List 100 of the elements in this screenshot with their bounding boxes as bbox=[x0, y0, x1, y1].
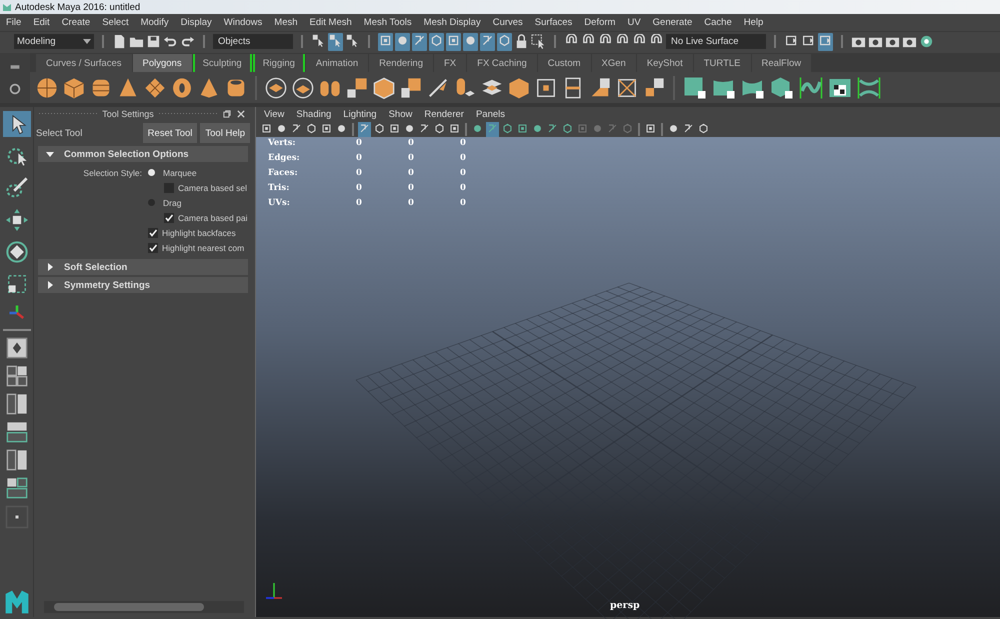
menu-item[interactable]: Renderer bbox=[418, 109, 470, 120]
panel-button[interactable]: Tool Help bbox=[200, 123, 250, 143]
menu-item[interactable]: Help bbox=[738, 17, 770, 28]
save-icon[interactable] bbox=[146, 34, 161, 49]
single-pane-layout-icon[interactable] bbox=[6, 337, 28, 359]
square-patch-icon[interactable] bbox=[683, 76, 707, 100]
torus-icon[interactable] bbox=[171, 76, 193, 98]
menu-item[interactable]: Display bbox=[174, 17, 218, 28]
snap-button[interactable] bbox=[395, 32, 410, 50]
wire-cube-icon[interactable] bbox=[373, 76, 395, 98]
menu-item[interactable]: UV bbox=[621, 17, 647, 28]
shelf-tab[interactable]: TURTLE bbox=[694, 54, 751, 72]
menu-item[interactable]: Show bbox=[382, 109, 418, 120]
section-header[interactable]: Soft Selection bbox=[38, 259, 248, 275]
menu-item[interactable]: Mesh Display bbox=[418, 17, 487, 28]
menu-item[interactable]: File bbox=[0, 17, 28, 28]
menu-item[interactable]: Select bbox=[96, 17, 135, 28]
new-file-icon[interactable] bbox=[112, 34, 127, 49]
menu-item[interactable]: Edit Mesh bbox=[304, 17, 358, 28]
close-icon[interactable] bbox=[236, 109, 246, 119]
render-setup-icon[interactable] bbox=[919, 34, 934, 49]
shelf-tab[interactable]: Rendering bbox=[369, 54, 433, 72]
panel-button[interactable]: Reset Tool bbox=[142, 123, 198, 143]
shelf-tab[interactable]: Rigging bbox=[252, 54, 305, 72]
menu-item[interactable]: Cache bbox=[698, 17, 738, 28]
shelf-tab[interactable]: Polygons bbox=[132, 54, 192, 72]
snap-button[interactable] bbox=[497, 32, 512, 50]
poke-face-icon[interactable] bbox=[616, 76, 638, 98]
snap-button[interactable] bbox=[446, 32, 461, 50]
knife-line-icon[interactable] bbox=[427, 76, 449, 98]
graph-layout-icon[interactable] bbox=[6, 421, 28, 443]
snap-button[interactable] bbox=[412, 32, 427, 50]
menu-item[interactable]: Shading bbox=[290, 109, 338, 120]
menu-item[interactable]: Curves bbox=[486, 17, 529, 28]
shelf-tab[interactable]: XGen bbox=[592, 54, 636, 72]
checkbox[interactable] bbox=[148, 242, 158, 252]
float-window-icon[interactable] bbox=[222, 109, 232, 119]
menu-item[interactable]: View bbox=[258, 109, 290, 120]
viewport[interactable]: Verts: 0 0 0 Edges: 0 0 0 Faces: 0 0 0 Tris: 0 0 0 UVs: 0 0 0 persp bbox=[256, 137, 1000, 617]
cone-icon[interactable] bbox=[117, 76, 139, 98]
section-header[interactable]: Common Selection Options bbox=[38, 146, 248, 162]
shelf-tab[interactable]: FX Caching bbox=[467, 54, 537, 72]
mixed-layout-icon[interactable] bbox=[6, 477, 28, 499]
mode-dropdown[interactable]: Modeling bbox=[14, 34, 94, 49]
wave-icon[interactable] bbox=[799, 76, 823, 100]
snap-button[interactable] bbox=[480, 32, 495, 50]
shelf-tab[interactable]: RealFlow bbox=[752, 54, 812, 72]
tool-button[interactable] bbox=[2, 111, 30, 137]
menu-item[interactable]: Create bbox=[56, 17, 96, 28]
selection-field[interactable]: Objects bbox=[213, 34, 293, 49]
menu-item[interactable]: Windows bbox=[218, 17, 268, 28]
squares-pair-icon[interactable] bbox=[643, 76, 665, 98]
menu-item[interactable]: Mesh Tools bbox=[358, 17, 418, 28]
sphere-icon[interactable] bbox=[36, 76, 58, 98]
menu-item[interactable]: Edit bbox=[27, 17, 56, 28]
bridge-squares-icon[interactable] bbox=[589, 76, 611, 98]
menu-item[interactable]: Deform bbox=[578, 17, 622, 28]
checkbox[interactable] bbox=[164, 212, 174, 222]
hypershade-layout-icon[interactable] bbox=[6, 449, 28, 471]
shelf-tab[interactable]: FX bbox=[434, 54, 466, 72]
radio-button[interactable] bbox=[148, 199, 155, 206]
split-squares-icon[interactable] bbox=[400, 76, 422, 98]
bevel-cube-icon[interactable] bbox=[508, 76, 530, 98]
shelf-tab[interactable]: Custom bbox=[538, 54, 591, 72]
section-header[interactable]: Symmetry Settings bbox=[38, 277, 248, 293]
maya-logo-icon[interactable] bbox=[4, 589, 30, 615]
pyramid-icon[interactable] bbox=[198, 76, 220, 98]
four-pane-layout-icon[interactable] bbox=[6, 365, 28, 387]
menu-item[interactable]: Lighting bbox=[337, 109, 383, 120]
redo-icon[interactable] bbox=[180, 34, 195, 49]
cube-icon[interactable] bbox=[63, 76, 85, 98]
split-circle-icon[interactable] bbox=[292, 76, 314, 98]
radio-button[interactable] bbox=[148, 169, 155, 176]
checkbox[interactable] bbox=[164, 182, 174, 192]
live-surface-field[interactable]: No Live Surface bbox=[666, 34, 766, 49]
edge-square-icon[interactable] bbox=[535, 76, 557, 98]
snap-button[interactable] bbox=[378, 32, 393, 50]
snap-button[interactable] bbox=[429, 32, 444, 50]
shelf-tab[interactable]: Sculpting bbox=[192, 54, 252, 72]
panel-button[interactable] bbox=[818, 32, 833, 50]
layers-circle-icon[interactable] bbox=[265, 76, 287, 98]
menu-item[interactable]: Modify bbox=[134, 17, 175, 28]
shelf-tab[interactable]: Curves / Surfaces bbox=[36, 54, 132, 72]
menu-item[interactable]: Panels bbox=[470, 109, 512, 120]
selection-mode-button[interactable] bbox=[328, 32, 343, 50]
gear-icon[interactable] bbox=[8, 82, 22, 96]
scroll-bar[interactable] bbox=[44, 601, 244, 613]
capsule-plane-icon[interactable] bbox=[454, 76, 476, 98]
diamond-icon[interactable] bbox=[144, 76, 166, 98]
snap-button[interactable] bbox=[463, 32, 478, 50]
shelf-tab[interactable]: Animation bbox=[306, 54, 368, 72]
checkbox[interactable] bbox=[148, 228, 158, 238]
menu-item[interactable]: Generate bbox=[646, 17, 698, 28]
select-box-icon[interactable] bbox=[531, 34, 546, 49]
shelf-tab[interactable]: KeyShot bbox=[636, 54, 693, 72]
menu-item[interactable]: Surfaces bbox=[528, 17, 578, 28]
grid-blocks-icon[interactable] bbox=[346, 76, 368, 98]
crossed-curves-icon[interactable] bbox=[857, 76, 881, 100]
cube-patch-icon[interactable] bbox=[770, 76, 794, 100]
lock-icon[interactable] bbox=[514, 34, 529, 49]
